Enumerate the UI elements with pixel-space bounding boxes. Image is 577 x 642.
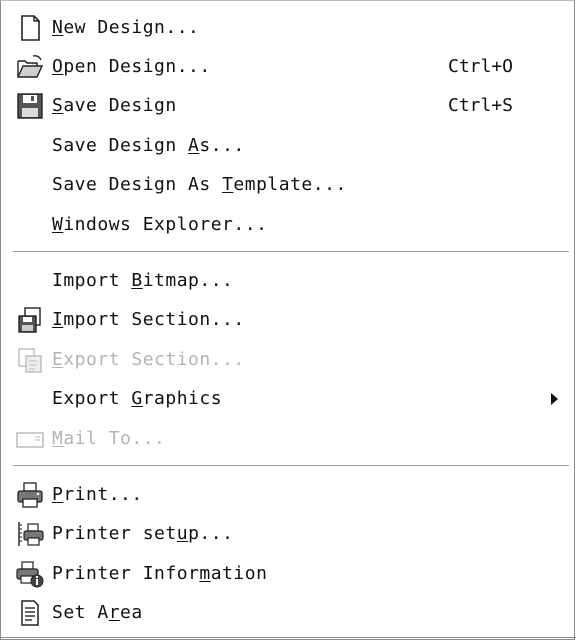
menu-item-label: New Design... (52, 17, 200, 38)
menu-item-label: Save Design (52, 95, 177, 116)
menu-item-import-section[interactable]: Import Section... (1, 301, 574, 339)
menu-item-save-design-as[interactable]: Save Design As... (1, 127, 574, 165)
menu-item-export-section[interactable]: Export Section... (1, 341, 574, 379)
menu-item-label: Printer setup... (52, 523, 234, 544)
menu-separator (13, 251, 569, 253)
menu-item-label: Import Section... (52, 309, 245, 330)
menu-item-label: Set Area (52, 602, 143, 623)
file-menu: New Design... Open Design... Ctrl+O Save… (0, 0, 576, 640)
menu-item-label: Open Design... (52, 56, 211, 77)
menu-item-label: Export Graphics (52, 388, 223, 409)
menu-item-mail-to[interactable]: Mail To... (1, 420, 574, 458)
export-section-icon (15, 345, 45, 375)
save-disk-icon (15, 91, 45, 121)
menu-item-printer-setup[interactable]: Printer setup... (1, 515, 574, 553)
printer-setup-icon (15, 519, 45, 549)
new-document-icon (15, 13, 45, 43)
menu-item-printer-information[interactable]: Printer Information (1, 555, 574, 593)
import-section-icon (15, 305, 45, 335)
submenu-arrow-icon (551, 393, 558, 405)
menu-item-label: Mail To... (52, 428, 166, 449)
menu-item-windows-explorer[interactable]: Windows Explorer... (1, 206, 574, 244)
shortcut-label: Ctrl+S (448, 95, 514, 116)
menu-item-label: Save Design As... (52, 135, 245, 156)
menu-item-label: Printer Information (52, 563, 268, 584)
menu-item-open-design[interactable]: Open Design... Ctrl+O (1, 48, 574, 86)
menu-item-set-area[interactable]: Set Area (1, 594, 574, 632)
shortcut-label: Ctrl+O (448, 56, 514, 77)
menu-item-label: Import Bitmap... (52, 270, 234, 291)
mail-icon (15, 424, 45, 454)
menu-item-print[interactable]: Print... (1, 476, 574, 514)
menu-item-label: Export Section... (52, 349, 245, 370)
menu-item-save-design-as-template[interactable]: Save Design As Template... (1, 166, 574, 204)
menu-bottom-border (1, 637, 576, 638)
open-folder-icon (15, 52, 45, 82)
menu-item-save-design[interactable]: Save Design Ctrl+S (1, 87, 574, 125)
printer-info-icon (15, 559, 45, 589)
menu-item-export-graphics[interactable]: Export Graphics (1, 380, 574, 418)
menu-item-new-design[interactable]: New Design... (1, 9, 574, 47)
set-area-icon (15, 598, 45, 628)
printer-icon (15, 480, 45, 510)
menu-item-label: Windows Explorer... (52, 214, 268, 235)
menu-item-label: Print... (52, 484, 143, 505)
menu-item-import-bitmap[interactable]: Import Bitmap... (1, 262, 574, 300)
menu-item-label: Save Design As Template... (52, 174, 347, 195)
menu-separator (13, 465, 569, 467)
